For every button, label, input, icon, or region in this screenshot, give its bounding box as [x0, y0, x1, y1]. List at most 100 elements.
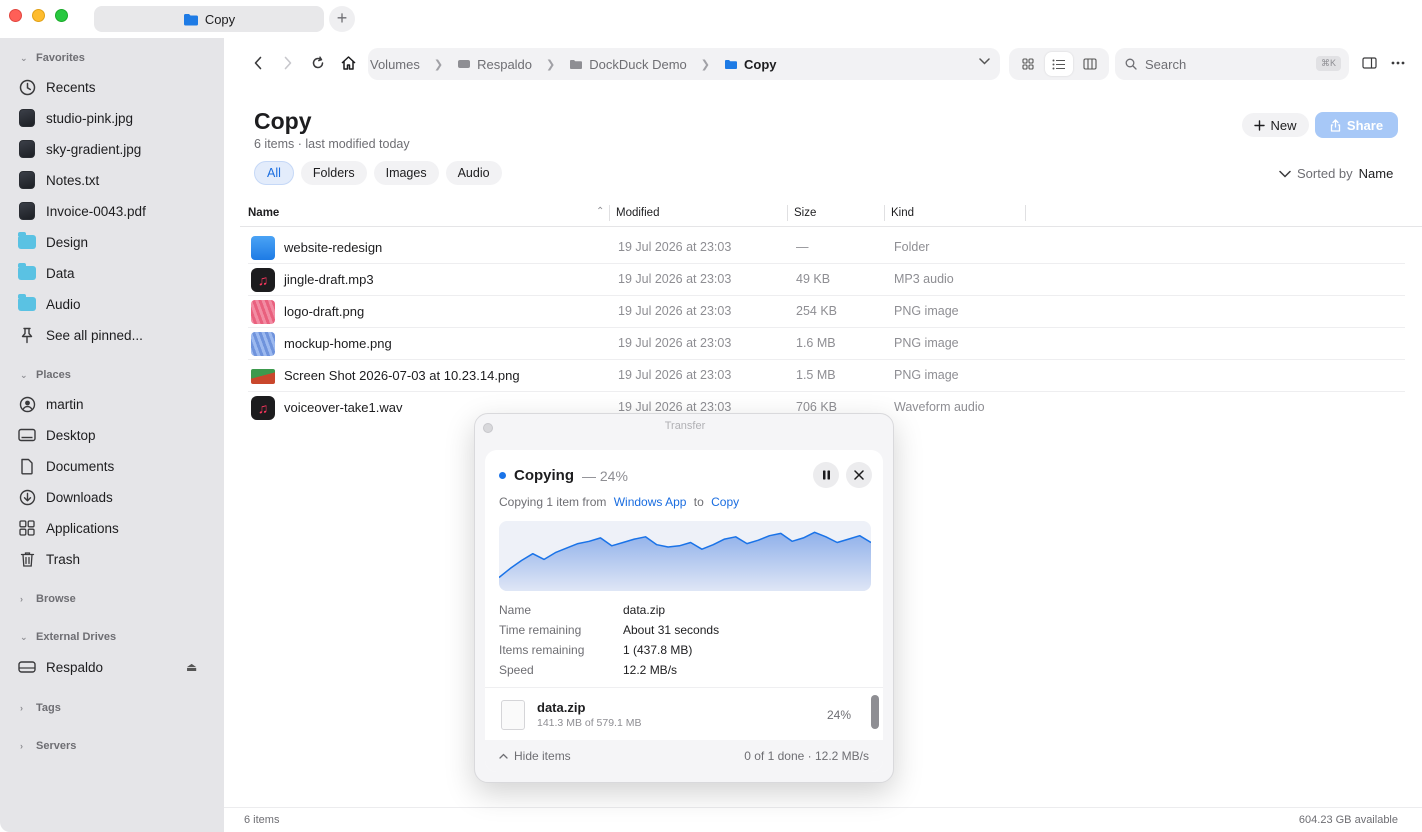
- breadcrumb-copy[interactable]: Copy: [724, 57, 777, 72]
- more-button[interactable]: [1387, 52, 1409, 74]
- filter-images[interactable]: Images: [373, 161, 439, 185]
- sidebar-item-respaldo[interactable]: Respaldo: [18, 653, 208, 681]
- sidebar-section-servers[interactable]: › Servers: [20, 740, 76, 752]
- sidebar-item-downloads[interactable]: Downloads: [18, 483, 208, 511]
- file-size: —: [796, 240, 809, 254]
- sidebar-item-invoice[interactable]: Invoice-0043.pdf: [18, 197, 208, 225]
- list-view-button[interactable]: [1044, 52, 1073, 76]
- sidebar-item-documents[interactable]: Documents: [18, 452, 208, 480]
- source-link[interactable]: Windows App: [614, 495, 687, 509]
- table-row[interactable]: ♫ jingle-draft.mp3 19 Jul 2026 at 23:03 …: [248, 264, 1405, 296]
- column-divider[interactable]: [787, 205, 788, 221]
- sidebar-item-studio-pink[interactable]: studio-pink.jpg: [18, 104, 208, 132]
- sidebar-item-desktop[interactable]: Desktop: [18, 421, 208, 449]
- destination-link[interactable]: Copy: [711, 495, 739, 509]
- file-size: 49 KB: [796, 272, 831, 286]
- transfer-description: Copying 1 item from Windows App to Copy: [499, 495, 739, 509]
- table-row[interactable]: website-redesign 19 Jul 2026 at 23:03 — …: [248, 232, 1405, 264]
- tab-copy[interactable]: Copy: [94, 6, 324, 32]
- table-row[interactable]: Screen Shot 2026-07-03 at 10.23.14.png 1…: [248, 360, 1405, 392]
- sidebar-item-design[interactable]: Design: [18, 228, 208, 256]
- sidebar-section-places[interactable]: ⌄ Places: [20, 369, 71, 381]
- sidebar-item-sky-gradient[interactable]: sky-gradient.jpg: [18, 135, 208, 163]
- column-header-kind[interactable]: Kind: [891, 207, 914, 219]
- sidebar-section-favorites[interactable]: ⌄ Favorites: [20, 52, 85, 64]
- home-button[interactable]: [337, 52, 359, 74]
- path-bar[interactable]: Volumes ❯ Respaldo ❯ DockDuck Demo ❯ Cop…: [368, 48, 1000, 80]
- detail-items-remaining: Items remaining 1 (437.8 MB): [499, 643, 692, 657]
- filter-audio[interactable]: Audio: [445, 161, 502, 185]
- close-window-button[interactable]: [9, 9, 22, 22]
- column-divider[interactable]: [1025, 205, 1026, 221]
- column-header-size[interactable]: Size: [794, 207, 816, 219]
- breadcrumb-label: DockDuck Demo: [589, 56, 687, 72]
- sort-control[interactable]: Sorted by Name: [1279, 166, 1393, 181]
- filter-all[interactable]: All: [254, 161, 294, 185]
- transfer-file-item[interactable]: data.zip 141.3 MB of 579.1 MB 24%: [485, 687, 883, 739]
- table-row[interactable]: logo-draft.png 19 Jul 2026 at 23:03 254 …: [248, 296, 1405, 328]
- hide-items-button[interactable]: Hide items: [499, 749, 571, 763]
- file-name: website-redesign: [284, 240, 383, 255]
- new-tab-button[interactable]: +: [329, 6, 355, 32]
- minimize-window-button[interactable]: [32, 9, 45, 22]
- column-divider[interactable]: [884, 205, 885, 221]
- cancel-transfer-button[interactable]: [846, 462, 872, 488]
- pause-button[interactable]: [813, 462, 839, 488]
- file-kind: Waveform audio: [894, 400, 985, 414]
- search-field[interactable]: ⌘K: [1115, 48, 1349, 80]
- icon-view-button[interactable]: [1014, 52, 1042, 76]
- sidebar-item-data[interactable]: Data: [18, 259, 208, 287]
- sidebar-item-trash[interactable]: Trash: [18, 545, 208, 573]
- zoom-window-button[interactable]: [55, 9, 68, 22]
- file-name: logo-draft.png: [284, 304, 365, 319]
- status-bar: 6 items 604.23 GB available: [224, 807, 1422, 832]
- transfer-card: Copying — 24% Copying 1 item from Window…: [485, 450, 883, 772]
- column-divider[interactable]: [609, 205, 610, 221]
- user-icon: [18, 395, 36, 413]
- detail-value: data.zip: [623, 603, 666, 617]
- sidebar-item-applications[interactable]: Applications: [18, 514, 208, 542]
- filter-folders[interactable]: Folders: [300, 161, 367, 185]
- breadcrumb-dockduck-demo[interactable]: DockDuck Demo: [569, 57, 687, 72]
- column-header-name[interactable]: Name: [248, 207, 279, 219]
- sidebar-item-notes[interactable]: Notes.txt: [18, 166, 208, 194]
- sidebar-item-audio[interactable]: Audio: [18, 290, 208, 318]
- file-kind: PNG image: [894, 304, 959, 318]
- file-modified: 19 Jul 2026 at 23:03: [618, 368, 732, 382]
- transfer-status: Copying — 24%: [499, 467, 628, 484]
- filter-chips: All Folders Images Audio: [254, 161, 502, 185]
- scrollbar-thumb[interactable]: [871, 695, 879, 729]
- search-input[interactable]: [1145, 56, 1295, 72]
- breadcrumb-label: Copy: [744, 56, 777, 72]
- forward-button[interactable]: [277, 52, 299, 74]
- sidebar-item-martin[interactable]: martin: [18, 390, 208, 418]
- search-icon: [1125, 58, 1137, 70]
- chevron-down-icon[interactable]: [979, 56, 990, 68]
- sidebar-section-browse[interactable]: › Browse: [20, 593, 76, 605]
- breadcrumb-respaldo[interactable]: Respaldo: [457, 57, 532, 72]
- sidebar-section-tags[interactable]: › Tags: [20, 702, 61, 714]
- sidebar-item-label: Downloads: [46, 489, 113, 505]
- search-shortcut: ⌘K: [1315, 56, 1341, 71]
- back-button[interactable]: [247, 52, 269, 74]
- file-name: voiceover-take1.wav: [284, 400, 403, 415]
- pause-icon: [822, 470, 830, 480]
- ellipsis-icon: [1391, 61, 1405, 65]
- sidebar-section-external-drives[interactable]: ⌄ External Drives: [20, 631, 116, 643]
- table-row[interactable]: mockup-home.png 19 Jul 2026 at 23:03 1.6…: [248, 328, 1405, 360]
- new-button[interactable]: New: [1242, 113, 1309, 137]
- refresh-button[interactable]: [307, 52, 329, 74]
- eject-icon[interactable]: ⏏: [186, 660, 197, 674]
- chevron-down-icon: ⌄: [20, 52, 28, 63]
- sidebar-item-recents[interactable]: Recents: [18, 73, 208, 101]
- status-dot-icon: [499, 472, 506, 479]
- column-view-button[interactable]: [1076, 52, 1104, 76]
- breadcrumb-volumes[interactable]: Volumes: [370, 57, 420, 72]
- sidebar-item-see-all-pinned[interactable]: See all pinned...: [18, 321, 208, 349]
- detail-name: Name data.zip: [499, 603, 665, 617]
- transfer-file-name: data.zip: [537, 700, 586, 715]
- toggle-preview-button[interactable]: [1358, 52, 1380, 74]
- share-button[interactable]: Share: [1315, 112, 1398, 138]
- speed-area: [499, 532, 871, 591]
- column-header-modified[interactable]: Modified: [616, 207, 659, 219]
